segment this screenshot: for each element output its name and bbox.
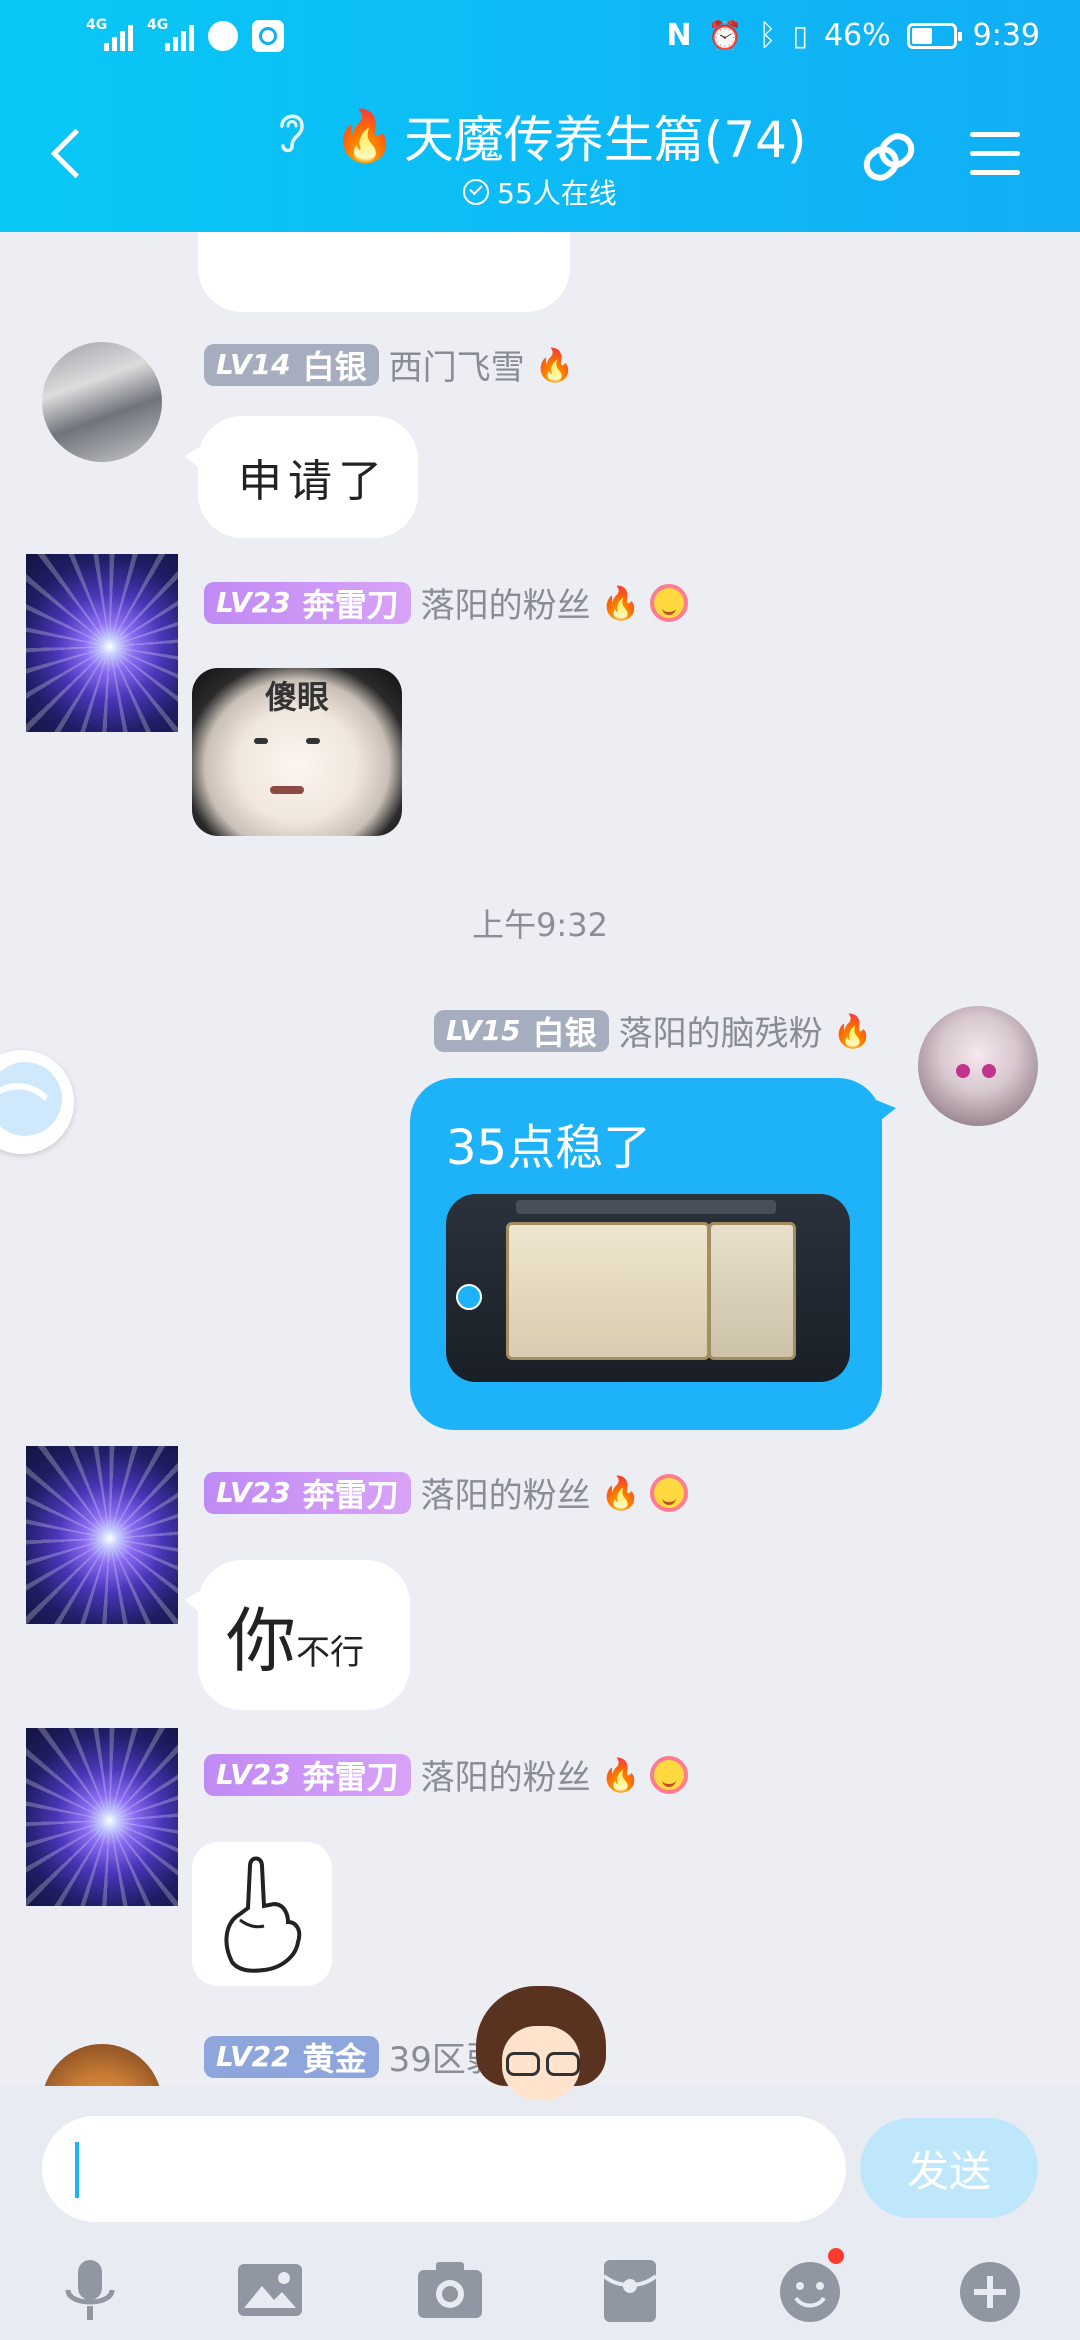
input-toolbar	[0, 2246, 1080, 2336]
network-type-label: 4G	[147, 17, 169, 33]
sender-meta: LV15 白银 落阳的脑残粉 🔥	[434, 1006, 872, 1055]
message-text: 35点稳了	[446, 1120, 652, 1176]
network-type-label: 4G	[86, 17, 108, 33]
message-timestamp: 上午9:32	[472, 906, 608, 944]
red-packet-icon[interactable]	[594, 2254, 666, 2326]
sender-name[interactable]: 落阳的粉丝	[421, 578, 591, 627]
level-label: LV22	[216, 2040, 291, 2073]
avatar[interactable]	[918, 1006, 1038, 1126]
game-screenshot-image[interactable]	[446, 1194, 850, 1382]
app-notification-icon	[252, 20, 284, 52]
level-badge: LV23 奔雷刀	[204, 1753, 411, 1796]
image-icon[interactable]	[234, 2254, 306, 2326]
sender-meta: LV23 奔雷刀 落阳的粉丝 🔥	[204, 1468, 689, 1517]
mic-icon[interactable]	[54, 2254, 126, 2326]
earpiece-mode-icon[interactable]	[274, 108, 308, 165]
message-bubble-partial[interactable]	[198, 232, 570, 312]
fire-icon: 🔥	[600, 583, 641, 622]
rank-label: 白银	[302, 347, 367, 386]
menu-icon[interactable]	[970, 132, 1020, 176]
rank-label: 黄金	[302, 2039, 367, 2078]
battery-percent: 46%	[823, 18, 891, 53]
fire-icon: 🔥	[600, 1755, 641, 1794]
rank-label: 白银	[532, 1013, 597, 1052]
sender-name[interactable]: 落阳的粉丝	[421, 1750, 591, 1799]
sticker-image[interactable]	[192, 1842, 332, 1986]
my-message-bubble[interactable]: 35点稳了	[410, 1078, 896, 1430]
notification-dot	[828, 2248, 844, 2264]
vibrate-icon: ▯	[792, 19, 808, 52]
emoji-icon[interactable]	[774, 2248, 846, 2326]
status-time: 9:39	[972, 18, 1040, 53]
fire-icon: 🔥	[832, 1011, 873, 1050]
message-bubble[interactable]: 申请了	[184, 416, 418, 538]
sticker-caption: 傻眼	[264, 678, 329, 716]
smiley-badge-icon	[650, 1755, 689, 1794]
hand-gesture-icon	[224, 1856, 302, 1973]
level-label: LV23	[216, 586, 291, 619]
sender-meta: LV22 黄金 39区弱	[204, 2032, 500, 2081]
check-circle-icon	[463, 179, 490, 205]
signal-icon: 4G	[147, 17, 194, 51]
level-label: LV15	[446, 1014, 521, 1047]
fire-icon: 🔥	[600, 1473, 641, 1512]
mascot-avatar-icon[interactable]	[476, 1986, 606, 2112]
alarm-icon: ⏰	[707, 19, 743, 52]
avatar[interactable]	[42, 342, 162, 462]
sender-name[interactable]: 落阳的粉丝	[421, 1468, 591, 1517]
level-badge: LV23 奔雷刀	[204, 1471, 411, 1514]
input-bar: 发送	[0, 2086, 1080, 2340]
rank-label: 奔雷刀	[302, 1475, 399, 1514]
status-bar: 4G 4G N ⏰ ᛒ ▯ 46% 9:39	[0, 0, 1080, 80]
level-label: LV14	[216, 348, 291, 381]
avatar[interactable]	[26, 554, 178, 732]
sticker-image[interactable]: 傻眼	[192, 668, 402, 836]
level-label: LV23	[216, 1758, 291, 1791]
message-list[interactable]: LV14 白银 西门飞雪 🔥 申请了 LV23 奔雷刀 落阳的粉丝 🔥 傻眼 上…	[0, 232, 1080, 2086]
nfc-icon: N	[666, 18, 692, 53]
level-badge: LV23 奔雷刀	[204, 581, 411, 624]
message-bubble[interactable]: 你 不行	[184, 1560, 410, 1710]
plus-icon[interactable]	[954, 2254, 1026, 2326]
message-text-large: 你	[226, 1599, 296, 1682]
group-link-icon[interactable]	[856, 124, 922, 190]
fire-icon: 🔥	[534, 345, 575, 384]
smiley-badge-icon	[650, 1473, 689, 1512]
bluetooth-icon: ᛒ	[758, 18, 777, 53]
rank-label: 奔雷刀	[302, 1757, 399, 1796]
send-button[interactable]: 发送	[860, 2118, 1038, 2218]
message-input[interactable]	[42, 2116, 846, 2222]
text-cursor	[75, 2142, 79, 2198]
signal-icon: 4G	[86, 17, 133, 51]
fire-icon: 🔥	[333, 106, 396, 165]
group-title: 天魔传养生篇(74)	[403, 111, 807, 169]
smiley-badge-icon	[650, 583, 689, 622]
level-badge: LV15 白银	[434, 1009, 609, 1052]
level-badge: LV22 黄金	[204, 2035, 379, 2078]
level-badge: LV14 白银	[204, 343, 379, 386]
avatar[interactable]	[42, 2044, 162, 2086]
rank-label: 奔雷刀	[302, 585, 399, 624]
online-count-label: 55人在线	[497, 177, 617, 210]
sender-meta: LV23 奔雷刀 落阳的粉丝 🔥	[204, 1750, 689, 1799]
level-label: LV23	[216, 1476, 291, 1509]
battery-icon	[906, 22, 962, 49]
sender-meta: LV23 奔雷刀 落阳的粉丝 🔥	[204, 578, 689, 627]
message-text-small: 不行	[296, 1632, 364, 1673]
browser-icon	[208, 21, 238, 51]
sender-meta: LV14 白银 西门飞雪 🔥	[204, 340, 574, 389]
avatar[interactable]	[26, 1728, 178, 1906]
message-text: 申请了	[238, 456, 388, 507]
sender-name[interactable]: 西门飞雪	[389, 340, 525, 389]
chat-header: 4G 4G N ⏰ ᛒ ▯ 46% 9:39 🔥 天魔传养生篇(74) 55人在…	[0, 0, 1080, 232]
camera-icon[interactable]	[414, 2254, 486, 2326]
avatar[interactable]	[26, 1446, 178, 1624]
sender-name[interactable]: 落阳的脑残粉	[619, 1006, 823, 1055]
